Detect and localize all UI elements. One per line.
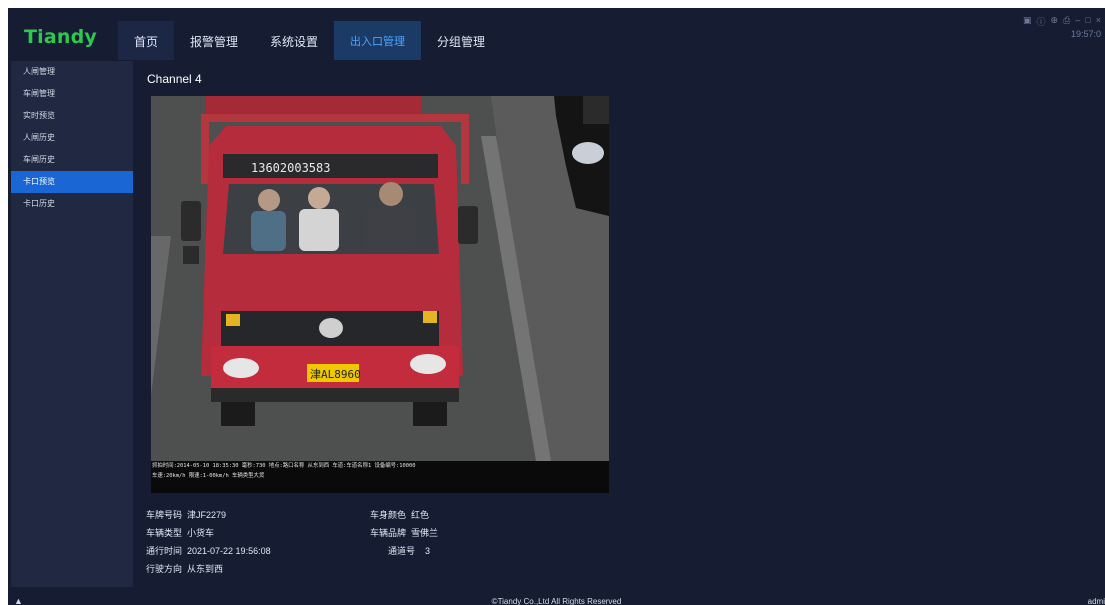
nav-alarm-management[interactable]: 报警管理 — [174, 21, 254, 60]
vehicle-type-field: 车辆类型 小货车 — [146, 526, 214, 539]
channel-number-label: 通道号 — [388, 546, 416, 556]
vehicle-type-label: 车辆类型 — [146, 528, 183, 538]
vehicle-snapshot: 13602003583 津AL8960 抓拍时间:2014-05-10 18:3… — [151, 96, 609, 493]
copyright: ©Tiandy Co.,Ltd All Rights Reserved — [491, 597, 622, 605]
body-color-value: 红色 — [411, 510, 430, 520]
app-window: Tiandy 首页 报警管理 系统设置 出入口管理 分组管理 ▣ ⓘ ⊕ ⎙ –… — [8, 8, 1105, 605]
top-header: Tiandy 首页 报警管理 系统设置 出入口管理 分组管理 ▣ ⓘ ⊕ ⎙ –… — [8, 8, 1105, 60]
truck-cab-number: 13602003583 — [251, 161, 330, 175]
vehicle-snapshot-image: 13602003583 津AL8960 — [151, 96, 609, 493]
main-nav: 首页 报警管理 系统设置 出入口管理 分组管理 — [118, 21, 501, 60]
plate-number-value: 津JF2279 — [187, 510, 227, 520]
body-color-label: 车身颜色 — [370, 510, 407, 520]
vehicle-brand-label: 车辆品牌 — [370, 528, 407, 538]
screenshot-icon[interactable]: ▣ — [1023, 15, 1032, 28]
pass-time-value: 2021-07-22 19:56:08 — [187, 546, 271, 556]
channel-number-field: 通道号 3 — [388, 544, 430, 557]
vehicle-type-value: 小货车 — [187, 528, 215, 538]
license-plate: 津AL8960 — [310, 368, 361, 381]
sidebar-item-vehicle-gate-management[interactable]: 车闸管理 — [11, 83, 133, 105]
nav-entrance-exit-management[interactable]: 出入口管理 — [334, 21, 422, 60]
maximize-icon[interactable]: □ — [1085, 15, 1090, 28]
settings-icon[interactable]: ⊕ — [1051, 15, 1059, 28]
snapshot-info-line-2: 车速:20km/h 限速:1-00km/h 车辆类型大货 — [152, 473, 265, 479]
direction-label: 行驶方向 — [146, 564, 183, 574]
pass-time-field: 通行时间 2021-07-22 19:56:08 — [146, 544, 271, 557]
direction-field: 行驶方向 从东到西 — [146, 562, 223, 575]
vehicle-brand-field: 车辆品牌 雪佛兰 — [370, 526, 438, 539]
nav-group-management[interactable]: 分组管理 — [421, 21, 501, 60]
info-icon[interactable]: ⓘ — [1037, 15, 1046, 28]
nav-home[interactable]: 首页 — [118, 21, 175, 60]
channel-number-value: 3 — [425, 546, 431, 556]
close-icon[interactable]: × — [1096, 15, 1101, 28]
window-controls: ▣ ⓘ ⊕ ⎙ – □ × — [1023, 15, 1101, 28]
pass-time-label: 通行时间 — [146, 546, 183, 556]
body-color-field: 车身颜色 红色 — [370, 508, 429, 521]
direction-value: 从东到西 — [187, 564, 224, 574]
sidebar-item-pedestrian-gate-history[interactable]: 人闸历史 — [11, 127, 133, 149]
sidebar-item-live-preview[interactable]: 实时预览 — [11, 105, 133, 127]
sidebar-item-pedestrian-gate-management[interactable]: 人闸管理 — [11, 61, 133, 83]
sidebar-item-checkpoint-history[interactable]: 卡口历史 — [11, 193, 133, 215]
vehicle-brand-value: 雪佛兰 — [411, 528, 439, 538]
minimize-icon[interactable]: – — [1075, 15, 1080, 28]
lock-icon[interactable]: ⎙ — [1063, 15, 1070, 28]
plate-number-label: 车牌号码 — [146, 510, 183, 520]
sidebar-item-vehicle-gate-history[interactable]: 车闸历史 — [11, 149, 133, 171]
nav-system-settings[interactable]: 系统设置 — [254, 21, 334, 60]
sidebar-item-checkpoint-preview[interactable]: 卡口预览 — [11, 171, 133, 193]
current-user[interactable]: admi — [1088, 597, 1105, 605]
channel-title: Channel 4 — [147, 72, 202, 86]
snapshot-info-line-1: 抓拍时间:2014-05-10 18:35:30 毫秒:730 地点:路口名称 … — [152, 463, 416, 469]
sidebar: 人闸管理 车闸管理 实时预览 人闸历史 车闸历史 卡口预览 卡口历史 — [11, 61, 133, 587]
tiandy-logo: Tiandy — [24, 26, 98, 48]
clock: 19:57:0 — [1070, 29, 1101, 39]
plate-number-field: 车牌号码 津JF2279 — [146, 508, 226, 521]
